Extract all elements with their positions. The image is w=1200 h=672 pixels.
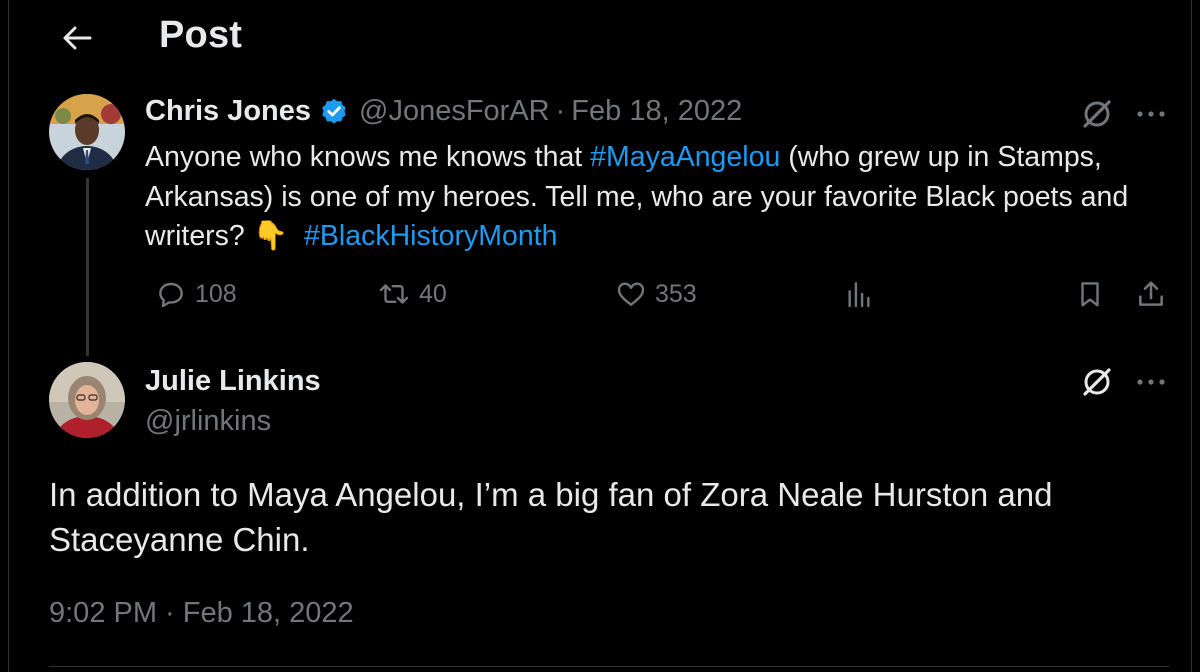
more-options-icon[interactable]	[1131, 362, 1171, 402]
avatar[interactable]	[49, 94, 125, 170]
back-button[interactable]	[57, 18, 97, 58]
post-actions-bar: 108 40 353	[145, 278, 1175, 318]
pointing-down-emoji: 👇	[252, 220, 289, 252]
post-date[interactable]: Feb 18, 2022	[571, 95, 742, 128]
page-title: Post	[159, 14, 243, 56]
reply-icon	[159, 282, 183, 308]
heart-icon	[617, 282, 645, 306]
grok-icon[interactable]	[1077, 94, 1117, 134]
repost-button[interactable]: 40	[377, 278, 447, 310]
bookmark-button[interactable]	[1075, 278, 1113, 310]
bookmark-icon	[1081, 282, 1099, 307]
meta-separator: ·	[555, 95, 566, 127]
hashtag-link[interactable]: #MayaAngelou	[590, 141, 780, 173]
post-text-segment: Anyone who knows me knows that	[145, 141, 591, 173]
post-text-segment	[288, 220, 304, 252]
avatar-image	[49, 94, 125, 170]
reply-timestamp[interactable]: 9:02 PM · Feb 18, 2022	[49, 597, 354, 630]
author-name[interactable]: Chris Jones	[145, 95, 311, 128]
reply-text: In addition to Maya Angelou, I’m a big f…	[49, 476, 1053, 558]
post-header: Chris Jones @JonesForAR · Feb 18, 2022	[145, 95, 742, 128]
repost-icon	[379, 284, 409, 304]
hashtag-link[interactable]: #BlackHistoryMonth	[304, 220, 557, 252]
share-button[interactable]	[1135, 278, 1175, 310]
grok-icon[interactable]	[1077, 362, 1117, 402]
divider	[49, 666, 1169, 667]
post-detail-page: Post Chris Jones @JonesForAR · Feb 18, 2…	[8, 0, 1192, 672]
reply-author-name[interactable]: Julie Linkins	[145, 365, 321, 398]
avatar[interactable]	[49, 362, 125, 438]
reply-button[interactable]: 108	[155, 278, 237, 310]
analytics-icon	[848, 282, 870, 308]
more-options-icon[interactable]	[1131, 94, 1171, 134]
like-button[interactable]: 353	[615, 278, 697, 310]
reply-count: 108	[195, 279, 237, 308]
repost-count: 40	[419, 279, 447, 308]
like-count: 353	[655, 279, 697, 308]
avatar-image	[49, 362, 125, 438]
arrow-left-icon	[63, 26, 92, 50]
share-icon	[1139, 281, 1163, 306]
top-bar: Post	[9, 0, 1191, 72]
verified-badge-icon	[319, 97, 349, 127]
post-text: Anyone who knows me knows that #MayaAnge…	[145, 138, 1175, 257]
author-handle[interactable]: @JonesForAR	[359, 95, 550, 128]
views-button[interactable]	[843, 278, 883, 310]
thread-connector-line	[86, 178, 89, 356]
reply-author-handle[interactable]: @jrlinkins	[145, 405, 271, 438]
